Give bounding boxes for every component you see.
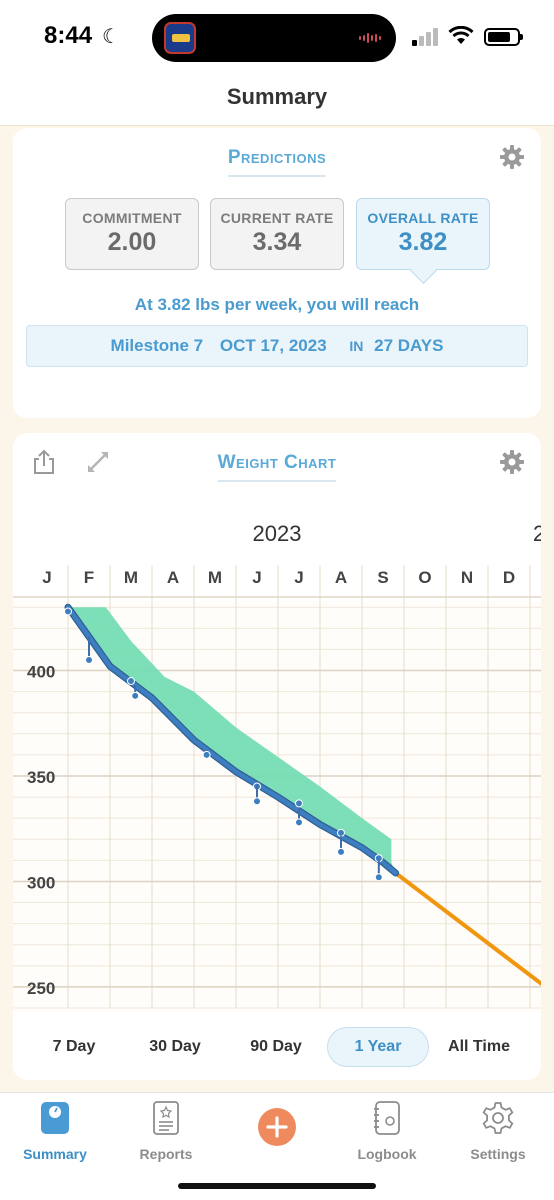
tab-summary[interactable]: Summary xyxy=(5,1101,105,1162)
signal-icon xyxy=(412,28,438,46)
audio-wave-icon xyxy=(359,33,381,43)
data-point xyxy=(64,607,72,616)
data-point xyxy=(131,691,140,700)
range-1-year-button[interactable]: 1 Year xyxy=(327,1027,429,1067)
tab-label: Logbook xyxy=(357,1146,417,1162)
weight-chart[interactable]: 20232JFMAMJJASONDJ400350300250 xyxy=(13,433,541,1025)
data-point xyxy=(295,818,303,827)
milestone-days: 27 DAYS xyxy=(374,336,444,355)
tab-settings[interactable]: Settings xyxy=(448,1101,548,1162)
current-rate-metric[interactable]: CURRENT RATE 3.34 xyxy=(210,198,344,270)
metric-value: 3.34 xyxy=(252,228,302,256)
month-tick-label: S xyxy=(377,568,388,587)
month-tick-label: F xyxy=(84,568,94,587)
plus-icon xyxy=(258,1108,296,1146)
range-selector: 7 Day 30 Day 90 Day 1 Year All Time xyxy=(13,1025,541,1069)
data-point xyxy=(337,847,345,856)
tab-label: Summary xyxy=(23,1146,87,1162)
gear-icon xyxy=(482,1102,514,1134)
chart-settings-gear-icon[interactable] xyxy=(499,449,525,475)
scale-icon xyxy=(41,1102,69,1134)
home-indicator xyxy=(178,1183,376,1189)
status-bar: 8:44 ☾ xyxy=(0,0,554,70)
milestone-bar[interactable]: Milestone 7 OCT 17, 2023 IN 27 DAYS xyxy=(26,325,528,367)
next-year-label: 2 xyxy=(533,521,541,546)
tab-label: Reports xyxy=(139,1146,193,1162)
range-all-time-button[interactable]: All Time xyxy=(433,1027,525,1067)
predictions-title: Predictions xyxy=(13,147,541,177)
milestone-in-label: IN xyxy=(349,338,364,354)
nav-bar: Summary xyxy=(0,70,554,126)
month-tick-label: M xyxy=(124,568,138,587)
data-point xyxy=(337,828,345,837)
range-30-day-button[interactable]: 30 Day xyxy=(130,1027,220,1067)
month-tick-label: O xyxy=(418,568,431,587)
milestone-date: OCT 17, 2023 xyxy=(219,336,327,355)
range-90-day-button[interactable]: 90 Day xyxy=(231,1027,321,1067)
metric-value: 3.82 xyxy=(398,228,448,256)
commitment-metric[interactable]: COMMITMENT 2.00 xyxy=(65,198,199,270)
metric-label: CURRENT RATE xyxy=(220,210,334,226)
battery-icon xyxy=(484,28,523,46)
page-title: Summary xyxy=(226,84,328,109)
overall-rate-metric[interactable]: OVERALL RATE 3.82 xyxy=(356,198,490,270)
metric-value: 2.00 xyxy=(107,228,157,256)
month-tick-label: N xyxy=(461,568,473,587)
data-point xyxy=(295,799,303,808)
tab-logbook[interactable]: Logbook xyxy=(337,1101,437,1162)
month-tick-label: J xyxy=(42,568,51,587)
month-tick-label: J xyxy=(294,568,303,587)
milestone-name: Milestone 7 xyxy=(110,336,204,355)
year-label: 2023 xyxy=(253,521,302,546)
logbook-icon xyxy=(374,1101,400,1135)
month-tick-label: M xyxy=(208,568,222,587)
data-point xyxy=(85,655,93,664)
data-point xyxy=(374,873,383,882)
data-point xyxy=(253,797,261,806)
dynamic-island xyxy=(152,14,396,62)
add-entry-button[interactable] xyxy=(227,1107,327,1152)
status-time: 8:44 xyxy=(44,22,93,49)
y-tick-label: 300 xyxy=(27,873,55,892)
predictions-settings-gear-icon[interactable] xyxy=(499,144,525,170)
plot-background xyxy=(13,601,541,1012)
tab-label: Settings xyxy=(470,1146,526,1162)
month-tick-label: D xyxy=(503,568,515,587)
weight-chart-title: Weight Chart xyxy=(13,452,541,482)
month-tick-label: A xyxy=(167,568,179,587)
y-tick-label: 250 xyxy=(27,979,55,998)
report-icon xyxy=(153,1101,179,1135)
month-tick-label: A xyxy=(335,568,347,587)
tab-reports[interactable]: Reports xyxy=(116,1101,216,1162)
reach-text: At 3.82 lbs per week, you will reach xyxy=(134,295,420,314)
metric-label: COMMITMENT xyxy=(82,210,182,226)
data-point xyxy=(202,750,211,759)
wifi-icon xyxy=(448,26,474,44)
month-tick-label: J xyxy=(252,568,261,587)
y-tick-label: 400 xyxy=(27,663,55,682)
predictions-card: Predictions COMMITMENT 2.00 CURRENT RATE… xyxy=(13,128,541,418)
metric-label: OVERALL RATE xyxy=(367,210,479,226)
data-point xyxy=(127,677,135,686)
app-icon xyxy=(164,22,196,54)
moon-icon: ☾ xyxy=(102,26,120,48)
y-tick-label: 350 xyxy=(27,768,55,787)
range-7-day-button[interactable]: 7 Day xyxy=(33,1027,115,1067)
weight-chart-card: 20232JFMAMJJASONDJ400350300250 Weight Ch… xyxy=(13,433,541,1080)
